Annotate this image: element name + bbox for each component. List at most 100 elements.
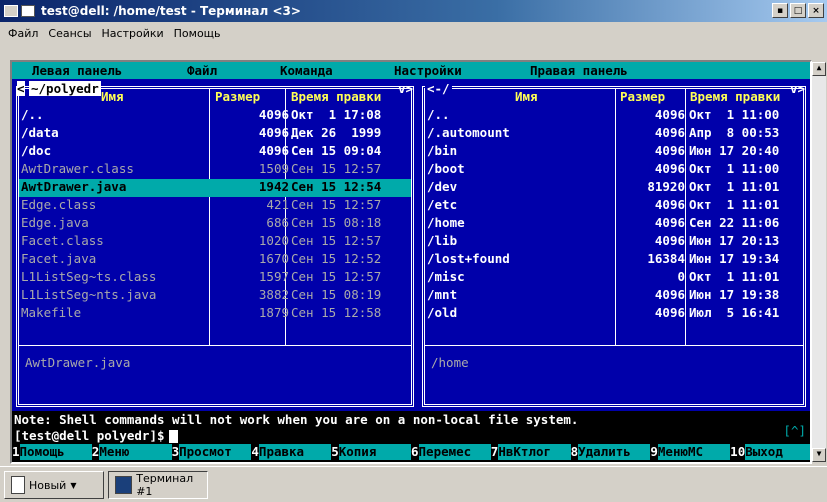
left-panel-frame: < ~/polyedr v> Имя Размер Время правки /… bbox=[16, 81, 414, 407]
left-file-row[interactable]: /data 4096 Дек 26 1999 bbox=[19, 125, 411, 143]
file-name: /.. bbox=[21, 107, 44, 122]
right-file-row[interactable]: /.automount 4096 Апр 8 00:53 bbox=[425, 125, 803, 143]
file-time: Окт 1 11:00 bbox=[689, 161, 780, 176]
minimize-button[interactable]: ▪ bbox=[772, 3, 788, 18]
right-file-row[interactable]: /dev 81920 Окт 1 11:01 bbox=[425, 179, 803, 197]
right-file-row[interactable]: /misc 0 Окт 1 11:01 bbox=[425, 269, 803, 287]
terminal-screen[interactable]: Левая панель Файл Команда Настройки Прав… bbox=[12, 62, 810, 462]
file-name: Facet.java bbox=[21, 251, 97, 266]
file-time: Сен 15 09:04 bbox=[291, 143, 382, 158]
mc-menu-right-panel[interactable]: Правая панель bbox=[530, 63, 628, 78]
file-size: 0 bbox=[677, 269, 685, 284]
left-mini-status: AwtDrawer.java bbox=[25, 355, 131, 370]
right-file-row[interactable]: /.. 4096 Окт 1 11:00 bbox=[425, 107, 803, 125]
file-size: 81920 bbox=[647, 179, 685, 194]
right-panel[interactable]: <-/ v> Имя Размер Время правки /.. 4096 Ок… bbox=[418, 79, 810, 411]
right-panel-dropdown-tab[interactable]: v> bbox=[790, 81, 805, 96]
right-file-row[interactable]: /boot 4096 Окт 1 11:00 bbox=[425, 161, 803, 179]
fkey-4-button[interactable]: 4 Правка bbox=[251, 444, 332, 460]
file-size: 4096 bbox=[654, 161, 685, 176]
right-file-row[interactable]: /bin 4096 Июн 17 20:40 bbox=[425, 143, 803, 161]
right-file-row[interactable]: /home 4096 Сен 22 11:06 bbox=[425, 215, 803, 233]
right-file-row[interactable]: /old 4096 Июл 5 16:41 bbox=[425, 305, 803, 323]
file-name: AwtDrawer.class bbox=[21, 161, 134, 176]
fkey-6-button[interactable]: 6 Перемес bbox=[411, 444, 491, 460]
file-size: 1879 bbox=[258, 305, 289, 320]
left-header-name: Имя bbox=[101, 89, 124, 104]
mc-menu-command[interactable]: Команда bbox=[280, 63, 333, 78]
mc-menu-settings[interactable]: Настройки bbox=[394, 63, 462, 78]
file-size: 4096 bbox=[258, 107, 289, 122]
left-file-row[interactable]: /doc 4096 Сен 15 09:04 bbox=[19, 143, 411, 161]
fkey-1-button[interactable]: 1 Помощь bbox=[12, 444, 92, 460]
file-size: 4096 bbox=[258, 143, 289, 158]
scroll-up-arrow[interactable]: ▲ bbox=[812, 62, 826, 76]
file-time: Сен 15 12:57 bbox=[291, 269, 382, 284]
prompt-line[interactable]: [test@dell polyedr]$ bbox=[14, 428, 178, 443]
file-size: 686 bbox=[266, 215, 289, 230]
file-time: Сен 15 12:58 bbox=[291, 305, 382, 320]
file-size: 421 bbox=[266, 197, 289, 212]
scroll-down-arrow[interactable]: ▼ bbox=[812, 448, 826, 462]
file-size: 4096 bbox=[654, 287, 685, 302]
fkey-9-button[interactable]: 9 МенюМС bbox=[650, 444, 731, 460]
left-file-row[interactable]: AwtDrawer.class 1509 Сен 15 12:57 bbox=[19, 161, 411, 179]
fkey-8-button[interactable]: 8 Удалить bbox=[571, 444, 651, 460]
menu-settings[interactable]: Настройки bbox=[100, 27, 166, 40]
menu-help[interactable]: Помощь bbox=[172, 27, 223, 40]
dropdown-arrow-icon[interactable]: ▼ bbox=[70, 481, 76, 490]
fkey-number: 7 bbox=[490, 444, 499, 459]
left-file-row[interactable]: L1ListSeg~nts.java 3882 Сен 15 08:19 bbox=[19, 287, 411, 305]
fkey-7-button[interactable]: 7 НвКтлог bbox=[491, 444, 571, 460]
fkey-10-button[interactable]: 10 Выход bbox=[730, 444, 810, 460]
right-header-size: Размер bbox=[620, 89, 666, 104]
right-file-row[interactable]: /etc 4096 Окт 1 11:01 bbox=[425, 197, 803, 215]
left-file-row[interactable]: AwtDrawer.java 1942 Сен 15 12:54 bbox=[19, 179, 411, 197]
fkey-number: 2 bbox=[91, 444, 100, 459]
mc-menu-left-panel[interactable]: Левая панель bbox=[32, 63, 122, 78]
file-size: 4096 bbox=[654, 305, 685, 320]
fkey-number: 3 bbox=[171, 444, 180, 459]
terminal-scrollbar[interactable]: ▲ ▼ bbox=[812, 62, 826, 462]
file-name: /.. bbox=[427, 107, 450, 122]
fkey-label: Меню bbox=[99, 444, 172, 460]
file-name: /bin bbox=[427, 143, 458, 158]
scroll-indicator: [^] bbox=[783, 423, 806, 438]
tab-terminal-1[interactable]: Терминал #1 bbox=[108, 471, 208, 499]
right-file-row[interactable]: /mnt 4096 Июн 17 19:38 bbox=[425, 287, 803, 305]
left-panel[interactable]: < ~/polyedr v> Имя Размер Время правки /… bbox=[12, 79, 418, 411]
left-panel-dropdown-tab[interactable]: v> bbox=[398, 81, 413, 96]
left-file-row[interactable]: /.. 4096 Окт 1 17:08 bbox=[19, 107, 411, 125]
left-file-row[interactable]: Edge.java 686 Сен 15 08:18 bbox=[19, 215, 411, 233]
note-line: Note: Shell commands will not work when … bbox=[14, 412, 579, 427]
file-time: Окт 1 17:08 bbox=[291, 107, 382, 122]
right-file-row[interactable]: /lib 4096 Июн 17 20:13 bbox=[425, 233, 803, 251]
file-name: /misc bbox=[427, 269, 465, 284]
left-file-row[interactable]: Makefile 1879 Сен 15 12:58 bbox=[19, 305, 411, 323]
mc-menu-file[interactable]: Файл bbox=[187, 63, 217, 78]
close-button[interactable]: × bbox=[808, 3, 824, 18]
left-file-row[interactable]: Facet.java 1670 Сен 15 12:52 bbox=[19, 251, 411, 269]
system-menu-icon[interactable] bbox=[4, 5, 18, 17]
file-size: 1597 bbox=[258, 269, 289, 284]
file-name: AwtDrawer.java bbox=[21, 179, 127, 194]
text-cursor bbox=[168, 430, 178, 443]
fkey-5-button[interactable]: 5 Копия bbox=[331, 444, 411, 460]
fkey-number: 4 bbox=[251, 444, 259, 459]
fkey-2-button[interactable]: 2 Меню bbox=[92, 444, 172, 460]
left-file-row[interactable]: L1ListSeg~ts.class 1597 Сен 15 12:57 bbox=[19, 269, 411, 287]
right-mini-separator bbox=[425, 345, 803, 346]
left-file-row[interactable]: Edge.class 421 Сен 15 12:57 bbox=[19, 197, 411, 215]
new-session-button[interactable]: Новый ▼ bbox=[4, 471, 104, 499]
menu-sessions[interactable]: Сеансы bbox=[46, 27, 93, 40]
left-file-row[interactable]: Facet.class 1020 Сен 15 12:57 bbox=[19, 233, 411, 251]
fkey-3-button[interactable]: 3 Просмот bbox=[172, 444, 252, 460]
left-panel-history-tab[interactable]: < bbox=[17, 81, 25, 96]
right-panel-path: <-/ bbox=[425, 81, 452, 96]
maximize-button[interactable]: □ bbox=[790, 3, 806, 18]
file-name: /old bbox=[427, 305, 458, 320]
file-time: Сен 15 12:57 bbox=[291, 197, 382, 212]
menu-file[interactable]: Файл bbox=[6, 27, 40, 40]
menu-bar: Файл Сеансы Настройки Помощь bbox=[0, 22, 827, 44]
right-file-row[interactable]: /lost+found 16384 Июн 17 19:34 bbox=[425, 251, 803, 269]
